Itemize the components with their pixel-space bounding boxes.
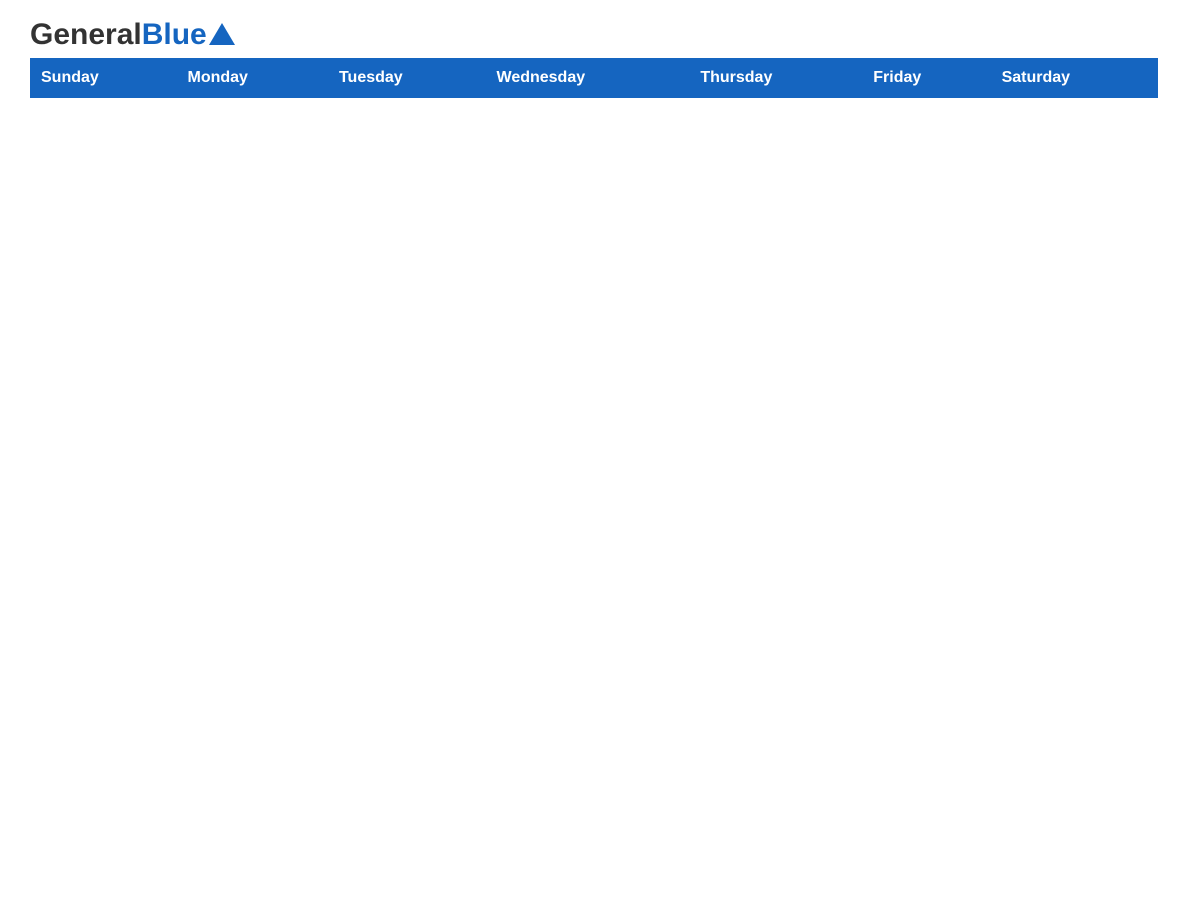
col-tuesday: Tuesday (328, 59, 486, 98)
logo: GeneralBlue (30, 20, 235, 48)
col-wednesday: Wednesday (486, 59, 690, 98)
logo-triangle (209, 23, 235, 45)
header: GeneralBlue (30, 20, 1158, 48)
col-saturday: Saturday (991, 59, 1157, 98)
col-thursday: Thursday (690, 59, 863, 98)
col-friday: Friday (863, 59, 991, 98)
col-monday: Monday (177, 59, 328, 98)
page: GeneralBlue Sunday Monday Tuesday Wednes… (0, 0, 1188, 128)
calendar: Sunday Monday Tuesday Wednesday Thursday… (30, 58, 1158, 98)
logo-text: GeneralBlue (30, 20, 207, 50)
calendar-header-row: Sunday Monday Tuesday Wednesday Thursday… (31, 59, 1158, 98)
col-sunday: Sunday (31, 59, 178, 98)
